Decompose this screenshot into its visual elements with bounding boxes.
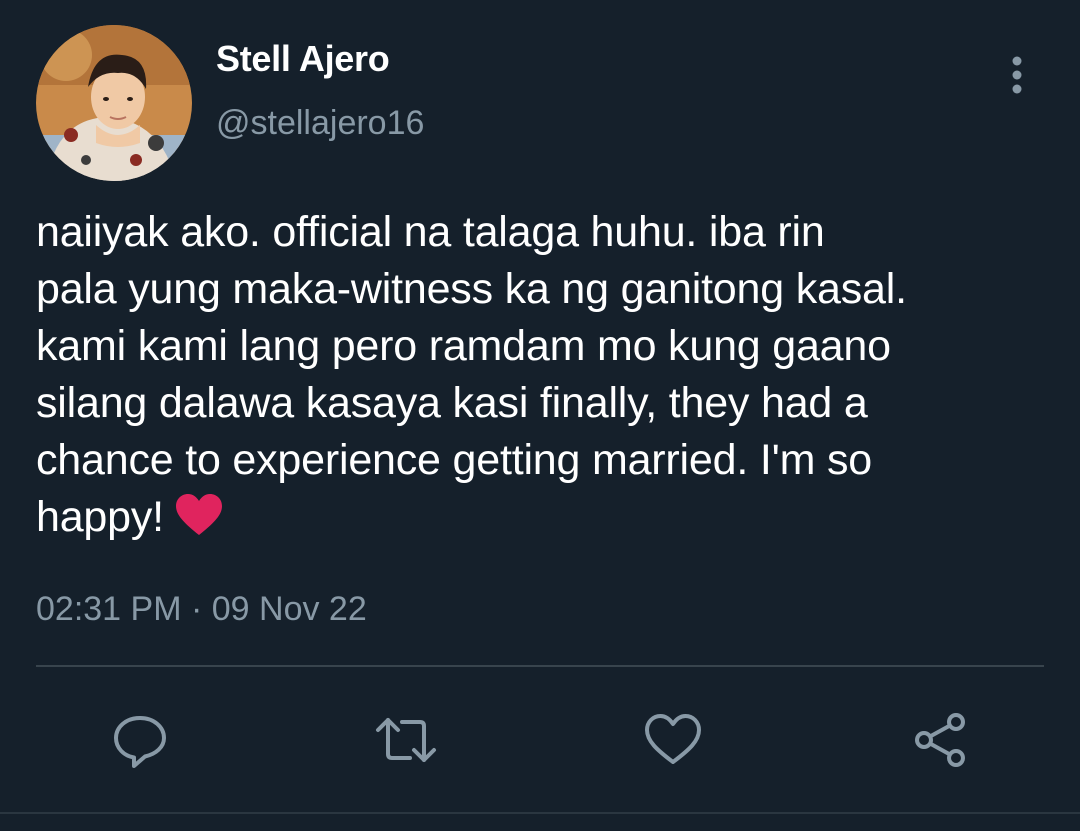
vertical-dots-icon xyxy=(1012,56,1022,94)
avatar-photo xyxy=(36,25,192,181)
tweet-text-line: happy! xyxy=(36,493,164,541)
share-icon xyxy=(915,713,965,767)
display-name[interactable]: Stell Ajero xyxy=(216,38,390,80)
tweet-text-last-line: happy! xyxy=(36,489,1046,552)
retweet-button[interactable] xyxy=(374,708,438,772)
divider xyxy=(36,665,1044,667)
tweet-detail: Stell Ajero @stellajero16 naiiyak ako. o… xyxy=(0,0,1080,831)
user-handle[interactable]: @stellajero16 xyxy=(216,104,424,143)
red-heart-emoji-icon xyxy=(174,493,224,552)
tweet-text-line: kami kami lang pero ramdam mo kung gaano xyxy=(36,322,891,370)
avatar[interactable] xyxy=(36,25,192,181)
tweet-text-line: naiiyak ako. official na talaga huhu. ib… xyxy=(36,208,825,256)
tweet-text-line: silang dalawa kasaya kasi finally, they … xyxy=(36,379,868,427)
like-button[interactable] xyxy=(641,708,705,772)
tweet-timestamp[interactable]: 02:31 PM · 09 Nov 22 xyxy=(36,590,367,629)
tweet-text-line: pala yung maka-witness ka ng ganitong ka… xyxy=(36,265,907,313)
tweet-text: naiiyak ako. official na talaga huhu. ib… xyxy=(36,204,1046,552)
share-button[interactable] xyxy=(908,708,972,772)
reply-icon xyxy=(114,716,166,768)
heart-outline-icon xyxy=(645,714,701,764)
retweet-icon xyxy=(376,718,436,762)
bottom-divider xyxy=(0,812,1080,814)
reply-button[interactable] xyxy=(108,708,172,772)
more-options-button[interactable] xyxy=(996,50,1038,100)
tweet-text-line: chance to experience getting married. I'… xyxy=(36,436,872,484)
